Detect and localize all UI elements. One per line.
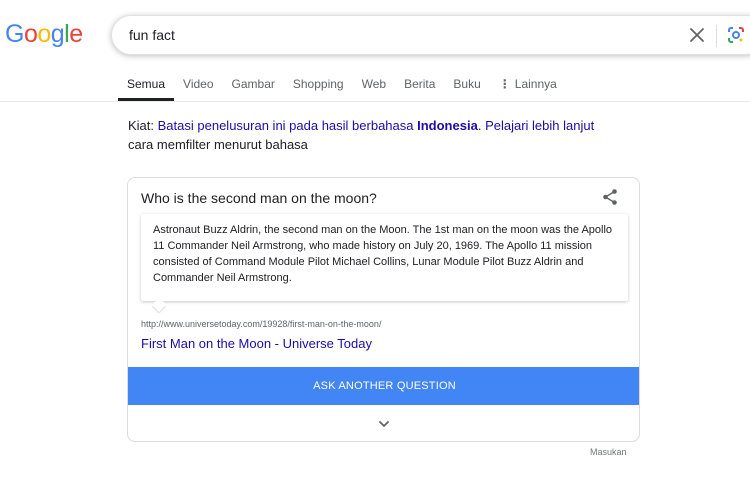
logo-letter: G (5, 20, 24, 48)
ask-another-question-button[interactable]: ASK ANOTHER QUESTION (128, 367, 639, 405)
language-tip: Kiat: Batasi penelusuran ini pada hasil … (128, 116, 608, 154)
restrict-language-link[interactable]: Batasi penelusuran ini pada hasil berbah… (158, 118, 478, 133)
tip-suffix: cara memfilter menurut bahasa (128, 137, 308, 152)
tab-lainnya-label: Lainnya (514, 77, 557, 91)
fact-question: Who is the second man on the moon? (141, 190, 377, 206)
learn-more-link[interactable]: Pelajari lebih lanjut (485, 118, 594, 133)
tab-lainnya[interactable]: ⋮ Lainnya (490, 72, 566, 101)
logo-letter: o (23, 20, 38, 48)
tip-prefix: Kiat: (128, 118, 155, 133)
source-url: http://www.universetoday.com/19928/first… (141, 319, 382, 329)
share-icon[interactable] (601, 188, 619, 206)
feedback-link[interactable]: Masukan (590, 447, 627, 457)
tab-web[interactable]: Web (353, 72, 395, 101)
logo-letter: g (50, 20, 65, 48)
more-vert-icon: ⋮ (498, 77, 511, 91)
tip-period: . (477, 118, 482, 133)
tab-semua[interactable]: Semua (118, 72, 175, 101)
restrict-language-label: Batasi penelusuran ini pada hasil berbah… (157, 118, 414, 133)
close-icon[interactable] (688, 26, 706, 44)
answer-bubble: Astronaut Buzz Aldrin, the second man on… (141, 214, 628, 301)
answer-text: Astronaut Buzz Aldrin, the second man on… (153, 224, 613, 284)
tab-buku[interactable]: Buku (444, 72, 489, 101)
logo-letter: o (37, 20, 51, 48)
search-box[interactable]: fun fact (111, 15, 750, 55)
tab-video[interactable]: Video (174, 72, 222, 101)
google-lens-icon[interactable] (726, 25, 746, 45)
search-input[interactable]: fun fact (129, 27, 175, 43)
language-name: Indonesia (417, 118, 478, 133)
search-results-page: Google fun fact Semua Video Gambar Shopp… (0, 0, 750, 500)
tab-shopping[interactable]: Shopping (284, 72, 353, 101)
logo-letter: e (69, 20, 83, 48)
tabs-divider (0, 101, 750, 102)
google-logo[interactable]: Google (5, 22, 83, 47)
source-link[interactable]: First Man on the Moon - Universe Today (141, 336, 372, 351)
search-divider (716, 25, 717, 47)
chevron-down-icon[interactable] (377, 417, 391, 431)
fun-fact-card: Who is the second man on the moon? Astro… (127, 177, 640, 442)
tab-berita[interactable]: Berita (395, 72, 444, 101)
tab-gambar[interactable]: Gambar (223, 72, 284, 101)
search-tabs: Semua Video Gambar Shopping Web Berita B… (118, 72, 566, 101)
ask-button-label: ASK ANOTHER QUESTION (313, 380, 456, 392)
